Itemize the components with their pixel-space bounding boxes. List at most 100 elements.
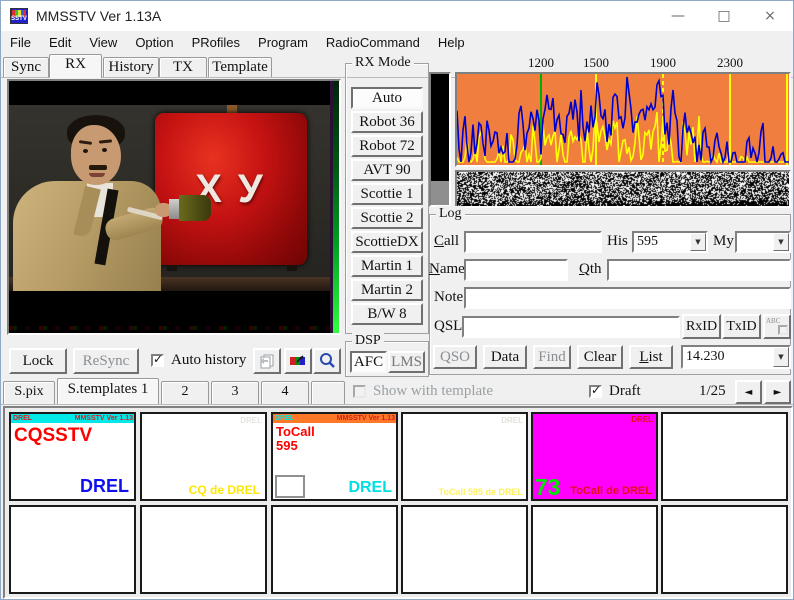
- note-label: Note: [434, 289, 463, 306]
- template-thumb-2[interactable]: DREL CQ de DREL: [140, 412, 267, 501]
- txid-button[interactable]: TxID: [722, 314, 761, 339]
- mmsstv-window: SSTV MMSSTV Ver 1.13A — □ × File Edit Vi…: [0, 0, 794, 600]
- template-thumb-8[interactable]: [140, 505, 267, 594]
- menu-file[interactable]: File: [1, 33, 40, 52]
- rx-mode-bw8[interactable]: B/W 8: [351, 303, 423, 325]
- menu-edit[interactable]: Edit: [40, 33, 80, 52]
- magnifier-button[interactable]: [313, 348, 341, 374]
- lock-button[interactable]: Lock: [9, 348, 67, 374]
- frequency-combobox[interactable]: 14.230 ▼: [681, 345, 791, 369]
- name-label: Name: [429, 261, 465, 278]
- call-label: Call: [434, 233, 459, 250]
- thumb2-caption: CQ de DREL: [189, 483, 260, 497]
- window-title: MMSSTV Ver 1.13A: [36, 8, 161, 24]
- note-input[interactable]: [464, 287, 791, 309]
- template-thumb-7[interactable]: [9, 505, 136, 594]
- template-thumb-11[interactable]: [531, 505, 658, 594]
- menu-help[interactable]: Help: [429, 33, 474, 52]
- my-label: My: [713, 233, 734, 250]
- left-arrow-icon: ◄: [745, 387, 753, 398]
- menu-view[interactable]: View: [80, 33, 126, 52]
- thumb3-callsign: DREL: [275, 414, 294, 423]
- name-input[interactable]: [464, 259, 568, 281]
- template-thumb-9[interactable]: [271, 505, 398, 594]
- rxid-button[interactable]: RxID: [682, 314, 721, 339]
- copy-pages-icon: [258, 353, 276, 369]
- template-thumb-3[interactable]: DREL MMSSTV Ver 1.13 ToCall 595 DREL: [271, 412, 398, 501]
- menu-profiles[interactable]: PRofiles: [183, 33, 249, 52]
- rx-mode-robot72[interactable]: Robot 72: [351, 135, 423, 157]
- brush-ferrule: [169, 199, 179, 219]
- thumb3-header: DREL MMSSTV Ver 1.13: [273, 414, 396, 423]
- template-thumb-5[interactable]: DREL 73 ToCall de DREL: [531, 412, 658, 501]
- menu-program[interactable]: Program: [249, 33, 317, 52]
- rx-mode-scottiedx[interactable]: ScottieDX: [351, 231, 423, 253]
- close-button[interactable]: ×: [747, 1, 793, 31]
- sstv-sync-stripe: [333, 81, 339, 333]
- rx-mode-avt90[interactable]: AVT 90: [351, 159, 423, 181]
- spectrum-display[interactable]: [455, 72, 791, 167]
- template-thumb-4[interactable]: DREL ToCall 595 de DREL: [401, 412, 528, 501]
- pager-next-button[interactable]: ►: [764, 380, 791, 404]
- maximize-button[interactable]: □: [701, 1, 747, 31]
- template-thumb-12[interactable]: [661, 505, 788, 594]
- his-value: 595: [634, 234, 690, 250]
- pager-prev-button[interactable]: ◄: [735, 380, 762, 404]
- signal-level-meter: [429, 72, 451, 207]
- thumb3-image-box: [275, 475, 305, 498]
- my-dropdown-arrow-icon[interactable]: ▼: [773, 233, 789, 251]
- rx-mode-martin1[interactable]: Martin 1: [351, 255, 423, 277]
- copy-history-button: [253, 348, 281, 374]
- qsl-input[interactable]: [462, 316, 680, 338]
- clear-button[interactable]: Clear: [577, 345, 623, 369]
- presenter-mustache: [89, 165, 107, 170]
- his-dropdown-arrow-icon[interactable]: ▼: [690, 233, 706, 251]
- qsl-label: QSL: [434, 318, 462, 335]
- auto-history-label: Auto history: [171, 352, 246, 369]
- list-button[interactable]: List: [629, 345, 673, 369]
- board-leg: [287, 265, 297, 271]
- title-bar: SSTV MMSSTV Ver 1.13A — □ ×: [1, 1, 793, 31]
- my-combobox[interactable]: ▼: [735, 231, 791, 253]
- menu-bar: File Edit View Option PRofiles Program R…: [1, 31, 793, 53]
- rx-mode-martin2[interactable]: Martin 2: [351, 279, 423, 301]
- magnifier-icon: [318, 352, 336, 370]
- thumb3-version: MMSSTV Ver 1.13: [337, 414, 395, 423]
- right-arrow-icon: ►: [774, 387, 782, 398]
- lms-button[interactable]: LMS: [388, 351, 425, 373]
- template-pager-counter: 1/25: [699, 383, 726, 400]
- thumb3-tocall: ToCall: [276, 424, 315, 439]
- draft-checkbox[interactable]: [589, 385, 602, 398]
- thumb1-version: MMSSTV Ver 1.13: [75, 414, 133, 423]
- frequency-dropdown-arrow-icon[interactable]: ▼: [773, 347, 789, 367]
- rx-mode-auto[interactable]: Auto: [351, 87, 423, 109]
- menu-radiocommand[interactable]: RadioCommand: [317, 33, 429, 52]
- minimize-button[interactable]: —: [655, 1, 701, 31]
- template-thumb-1[interactable]: DREL MMSSTV Ver 1.13 CQSSTV DREL: [9, 412, 136, 501]
- rx-mode-scottie1[interactable]: Scottie 1: [351, 183, 423, 205]
- qth-input[interactable]: [607, 259, 791, 281]
- auto-history-checkbox[interactable]: [151, 354, 164, 367]
- call-input[interactable]: [464, 231, 602, 253]
- tab-stemplates2[interactable]: 2: [161, 381, 209, 404]
- find-button: Find: [533, 345, 571, 369]
- waterfall-display[interactable]: [455, 170, 791, 208]
- tab-stemplates-empty[interactable]: [311, 381, 345, 404]
- rx-image-panel[interactable]: ХУ: [7, 79, 341, 335]
- tab-stemplates4[interactable]: 4: [261, 381, 309, 404]
- afc-button[interactable]: AFC: [350, 351, 387, 373]
- data-button[interactable]: Data: [483, 345, 527, 369]
- tab-spix[interactable]: S.pix: [3, 381, 55, 404]
- tab-stemplates1[interactable]: S.templates 1: [57, 378, 159, 404]
- frequency-scale: 1200 1500 1900 2300: [1, 55, 794, 71]
- tab-rx[interactable]: RX: [49, 54, 102, 78]
- his-combobox[interactable]: 595 ▼: [632, 231, 708, 253]
- app-icon-text: SSTV: [11, 16, 27, 23]
- rx-mode-scottie2[interactable]: Scottie 2: [351, 207, 423, 229]
- template-thumb-10[interactable]: [401, 505, 528, 594]
- template-thumb-6[interactable]: [661, 412, 788, 501]
- picture-button[interactable]: [284, 348, 312, 374]
- menu-option[interactable]: Option: [126, 33, 182, 52]
- rx-mode-robot36[interactable]: Robot 36: [351, 111, 423, 133]
- tab-stemplates3[interactable]: 3: [211, 381, 259, 404]
